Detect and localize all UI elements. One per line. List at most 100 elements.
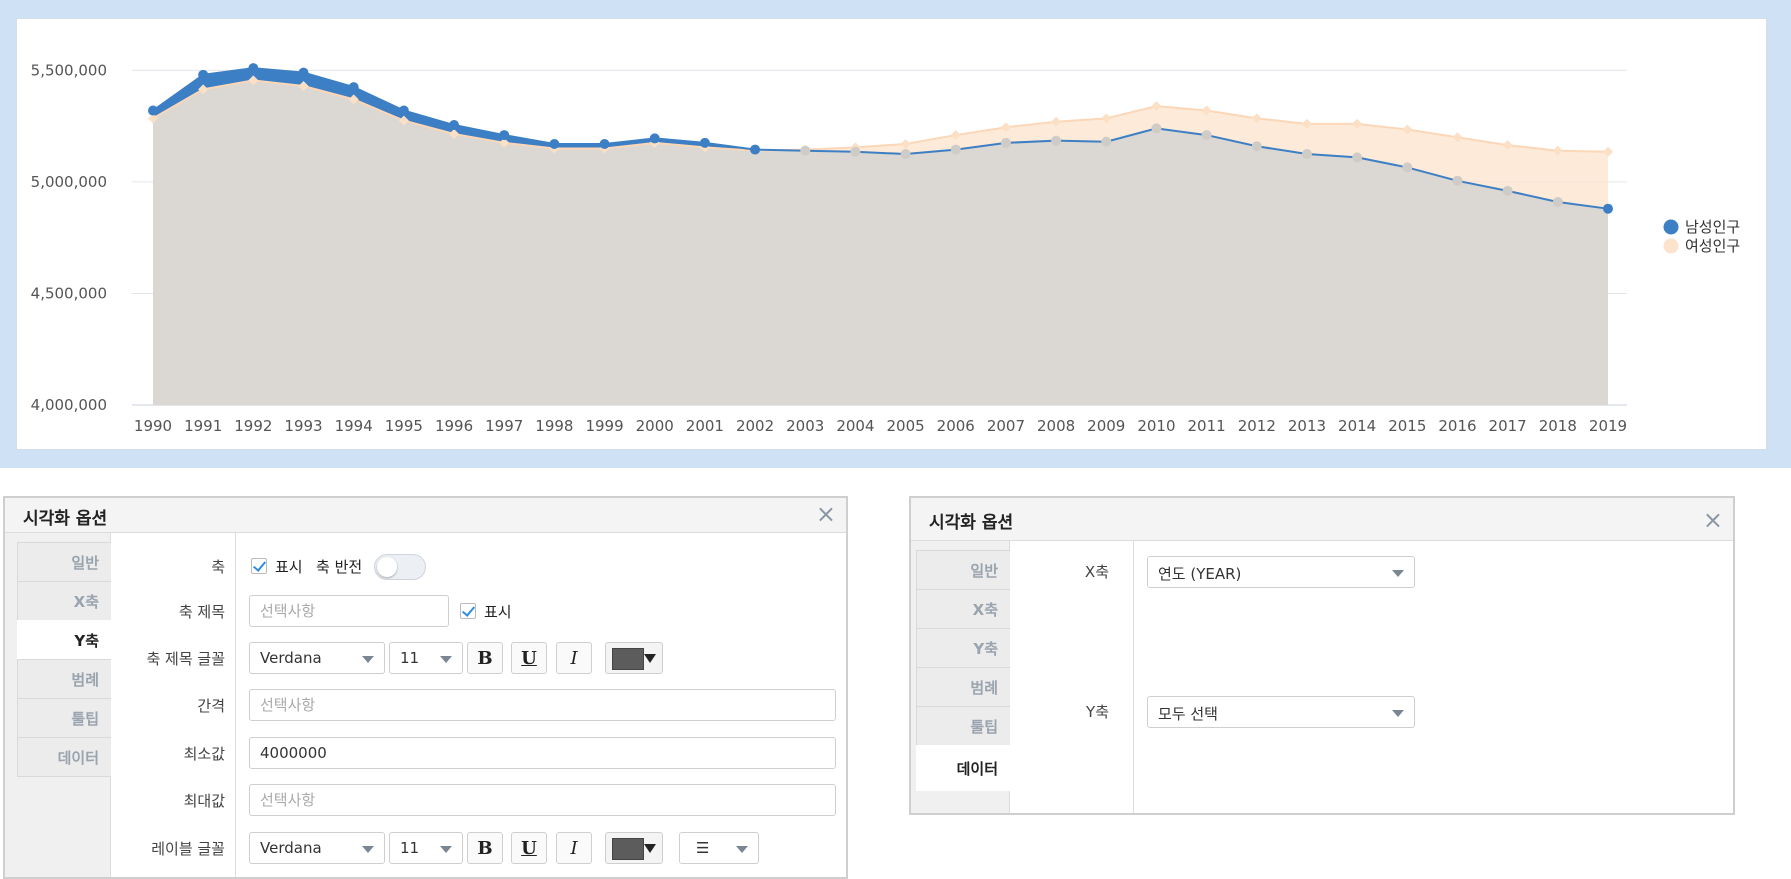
data-point-male <box>1402 162 1413 173</box>
x-tick-label: 2018 <box>1539 417 1577 435</box>
panel-title: 시각화 옵션 <box>23 509 108 529</box>
chart-area: 5,500,000 5,000,000 4,500,000 4,000,000 1990… <box>16 18 1767 450</box>
min-value-input[interactable] <box>249 737 836 769</box>
data-point-male <box>198 69 209 80</box>
data-point-male <box>1000 137 1011 148</box>
x-tick-label: 1993 <box>284 417 322 435</box>
axis-show-checkbox[interactable] <box>251 558 267 574</box>
data-point-male <box>950 144 961 155</box>
underline-button[interactable]: U <box>511 642 547 674</box>
x-tick-label: 2008 <box>1037 417 1075 435</box>
tab-x-axis[interactable]: X축 <box>17 581 111 621</box>
data-point-male <box>1352 152 1363 163</box>
font-size-value: 11 <box>400 649 420 667</box>
x-tick-label: 1998 <box>535 417 573 435</box>
legend-label: 남성인구 <box>1685 218 1740 236</box>
tab-x-axis[interactable]: X축 <box>916 589 1010 629</box>
tab-general[interactable]: 일반 <box>17 542 111 582</box>
data-point-male <box>1101 136 1112 147</box>
tab-tooltip[interactable]: 툴팁 <box>916 706 1010 746</box>
label-color-picker[interactable] <box>605 832 663 864</box>
x-tick-label: 1994 <box>335 417 373 435</box>
data-point-male <box>398 105 409 116</box>
tab-legend[interactable]: 범례 <box>916 667 1010 707</box>
options-sidebar: 일반 X축 Y축 범례 툴팁 데이터 <box>911 541 1010 813</box>
visualization-options-panel-yaxis: 시각화 옵션 × 일반 X축 Y축 범례 툴팁 데이터 축 축 제목 축 제목 … <box>3 496 848 879</box>
max-value-label: 최대값 <box>183 792 225 810</box>
italic-button[interactable]: I <box>556 642 592 674</box>
axis-title-size-select[interactable]: 11 <box>389 642 463 674</box>
label-font-select[interactable]: Verdana <box>249 832 385 864</box>
data-point-male <box>1552 197 1563 207</box>
chevron-down-icon <box>1392 710 1404 717</box>
panel-title: 시각화 옵션 <box>929 513 1014 533</box>
data-point-male <box>1201 130 1212 141</box>
italic-button[interactable]: I <box>556 832 592 864</box>
data-point-male <box>850 146 861 157</box>
x-tick-label: 2009 <box>1087 417 1125 435</box>
x-axis-field-value: 연도 (YEAR) <box>1158 565 1242 583</box>
chevron-down-icon <box>362 656 374 663</box>
axis-title-color-picker[interactable] <box>605 642 663 674</box>
axis-title-font-select[interactable]: Verdana <box>249 642 385 674</box>
panel-header: 시각화 옵션 × <box>5 498 846 533</box>
tab-general[interactable]: 일반 <box>916 550 1010 590</box>
axis-reverse-toggle[interactable] <box>374 554 426 580</box>
x-tick-label: 2004 <box>836 417 874 435</box>
data-point-male <box>750 144 761 155</box>
max-value-input[interactable] <box>249 784 836 816</box>
legend-label: 여성인구 <box>1685 237 1740 255</box>
y-axis-field-label: Y축 <box>1086 703 1109 721</box>
y-tick-label: 4,500,000 <box>31 284 107 302</box>
x-tick-label: 2000 <box>636 417 674 435</box>
bold-button[interactable]: B <box>467 642 503 674</box>
data-point-male <box>1151 123 1162 134</box>
x-tick-label: 2016 <box>1438 417 1476 435</box>
x-axis-field-select[interactable]: 연도 (YEAR) <box>1147 556 1415 588</box>
population-area-chart: 5,500,000 5,000,000 4,500,000 4,000,000 1990… <box>31 61 1741 435</box>
axis-reverse-text: 축 반전 <box>316 558 363 576</box>
close-icon[interactable]: × <box>1703 506 1723 534</box>
tab-data[interactable]: 데이터 <box>916 745 1010 791</box>
chevron-down-icon <box>362 846 374 853</box>
data-point-male <box>449 120 460 131</box>
x-tick-label: 2015 <box>1388 417 1426 435</box>
interval-input[interactable] <box>249 689 836 721</box>
tab-y-axis[interactable]: Y축 <box>17 620 111 660</box>
y-axis-field-select[interactable]: 모두 선택 <box>1147 696 1415 728</box>
data-point-male <box>649 133 660 144</box>
x-tick-label: 2005 <box>886 417 924 435</box>
x-tick-label: 2006 <box>937 417 975 435</box>
tab-legend[interactable]: 범례 <box>17 659 111 699</box>
options-sidebar: 일반 X축 Y축 범례 툴팁 데이터 <box>5 533 111 877</box>
axis-title-show-checkbox[interactable] <box>460 603 476 619</box>
label-align-select[interactable]: ☰ <box>679 832 759 864</box>
x-tick-label: 2010 <box>1137 417 1175 435</box>
axis-title-input[interactable] <box>249 595 449 627</box>
x-tick-label: 1991 <box>184 417 222 435</box>
tab-y-axis[interactable]: Y축 <box>916 628 1010 668</box>
tab-tooltip[interactable]: 툴팁 <box>17 698 111 738</box>
data-point-male <box>900 149 911 160</box>
data-point-male <box>1251 141 1262 152</box>
visualization-options-panel-data: 시각화 옵션 × 일반 X축 Y축 범례 툴팁 데이터 X축 연도 (YEAR)… <box>909 496 1735 815</box>
y-axis-field-value: 모두 선택 <box>1158 705 1218 723</box>
data-point-male <box>499 130 510 141</box>
tab-data[interactable]: 데이터 <box>17 737 111 777</box>
data-point-male <box>1502 185 1513 196</box>
x-tick-label: 2002 <box>736 417 774 435</box>
caret-down-icon <box>644 844 656 853</box>
min-value-label: 최소값 <box>183 745 225 763</box>
font-size-value: 11 <box>400 839 420 857</box>
axis-title-label: 축 제목 <box>178 603 225 621</box>
data-point-male <box>1603 203 1613 214</box>
y-tick-label: 5,000,000 <box>31 173 107 191</box>
underline-button[interactable]: U <box>511 832 547 864</box>
bold-button[interactable]: B <box>467 832 503 864</box>
label-size-select[interactable]: 11 <box>389 832 463 864</box>
close-icon[interactable]: × <box>816 500 836 528</box>
data-point-male <box>1051 135 1062 146</box>
x-tick-label: 2001 <box>686 417 724 435</box>
label-font-label: 레이블 글꼴 <box>151 840 225 858</box>
data-point-male <box>1452 175 1463 186</box>
